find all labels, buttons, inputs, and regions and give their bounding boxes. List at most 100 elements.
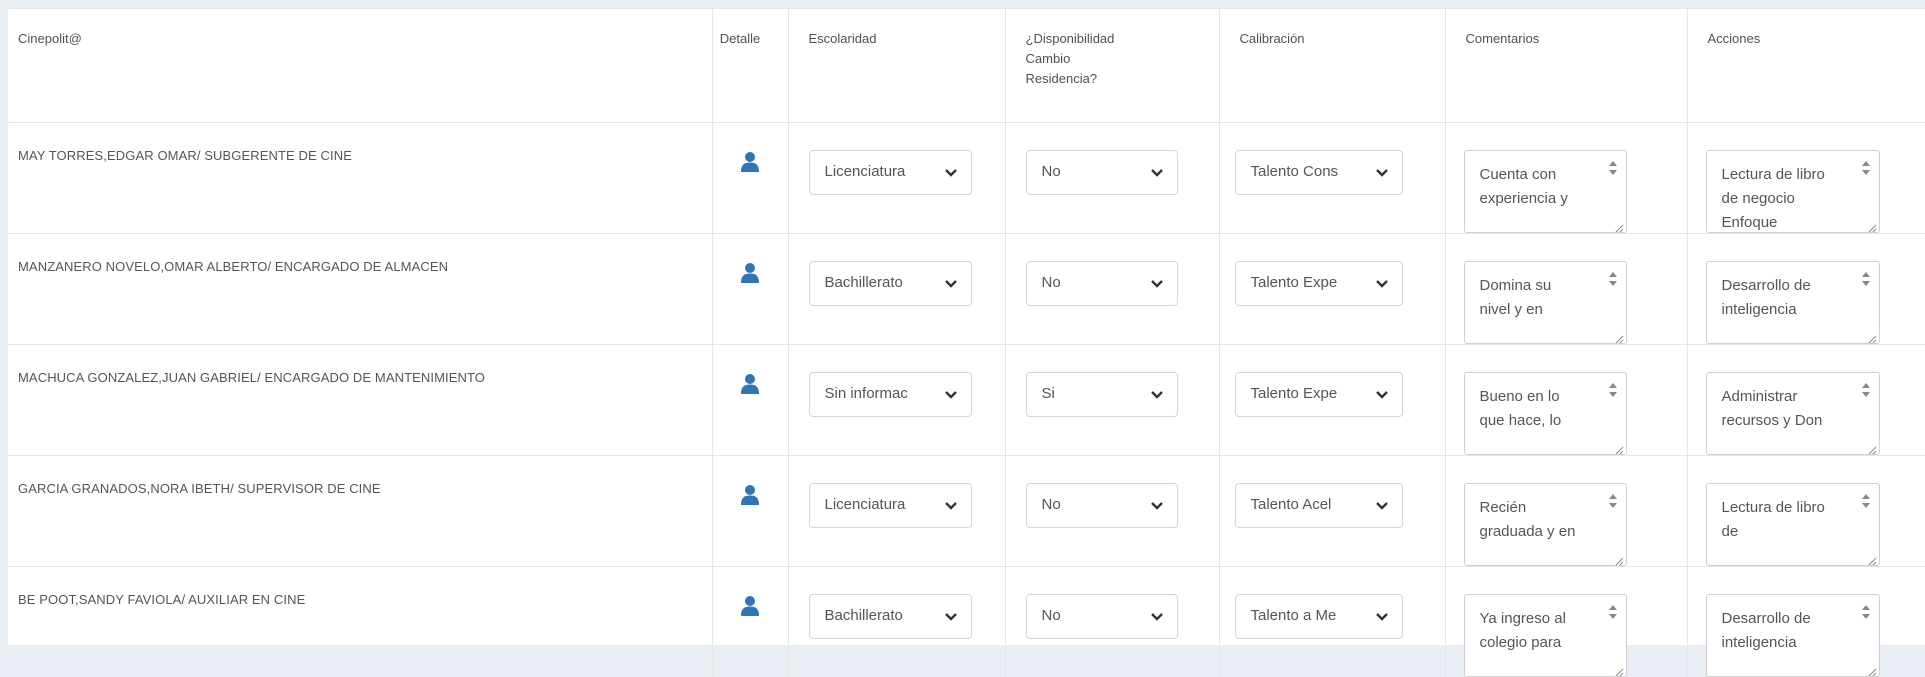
chevron-down-icon [1149,165,1165,181]
chevron-down-icon [943,276,959,292]
comentarios-textarea[interactable]: Bueno en lo que hace, lo [1464,372,1627,455]
table-row: MANZANERO NOVELO,OMAR ALBERTO/ ENCARGADO… [8,234,1925,345]
table-row: MAY TORRES,EDGAR OMAR/ SUBGERENTE DE CIN… [8,123,1925,234]
table-header-row: Cinepolit@ Detalle Escolaridad ¿Disponib… [8,9,1925,123]
header-disponibilidad: ¿Disponibilidad Cambio Residencia? [1005,9,1219,123]
spinner-arrows-icon[interactable] [1606,268,1620,302]
disponibilidad-value: No [1042,496,1061,513]
spinner-arrows-icon[interactable] [1859,268,1873,302]
resize-grip-icon[interactable] [1612,329,1624,341]
table-row: BE POOT,SANDY FAVIOLA/ AUXILIAR EN CINE … [8,567,1925,677]
calibracion-select[interactable]: Talento Acel [1235,483,1403,528]
comentarios-textarea[interactable]: Ya ingreso al colegio para [1464,594,1627,677]
table-row: GARCIA GRANADOS,NORA IBETH/ SUPERVISOR D… [8,456,1925,567]
spinner-arrows-icon[interactable] [1606,157,1620,191]
chevron-down-icon [1149,387,1165,403]
chevron-down-icon [1374,498,1390,514]
employee-name: BE POOT,SANDY FAVIOLA/ AUXILIAR EN CINE [8,567,712,677]
page-background: Cinepolit@ Detalle Escolaridad ¿Disponib… [0,0,1925,645]
header-disponibilidad-line2: Cambio [1026,49,1199,69]
chevron-down-icon [943,498,959,514]
comentarios-text: Domina su nivel y en [1480,277,1552,318]
escolaridad-select[interactable]: Sin informac [809,372,972,417]
calibracion-select[interactable]: Talento Expe [1235,372,1403,417]
person-icon[interactable] [740,373,760,395]
chevron-down-icon [1149,276,1165,292]
resize-grip-icon[interactable] [1612,440,1624,452]
escolaridad-select[interactable]: Bachillerato [809,261,972,306]
calibracion-select[interactable]: Talento a Me [1235,594,1403,639]
calibracion-value: Talento Expe [1251,274,1338,291]
employee-name: MANZANERO NOVELO,OMAR ALBERTO/ ENCARGADO… [8,234,712,345]
resize-grip-icon[interactable] [1865,329,1877,341]
chevron-down-icon [1374,276,1390,292]
person-icon[interactable] [740,484,760,506]
escolaridad-select[interactable]: Licenciatura [809,483,972,528]
chevron-down-icon [1149,498,1165,514]
escolaridad-value: Bachillerato [825,274,903,291]
person-icon[interactable] [740,595,760,617]
chevron-down-icon [943,609,959,625]
disponibilidad-select[interactable]: No [1026,594,1178,639]
acciones-text: Administrar recursos y Don [1722,388,1823,429]
chevron-down-icon [943,387,959,403]
spinner-arrows-icon[interactable] [1859,379,1873,413]
spinner-arrows-icon[interactable] [1606,490,1620,524]
resize-grip-icon[interactable] [1865,662,1877,674]
disponibilidad-value: No [1042,607,1061,624]
acciones-textarea[interactable]: Desarrollo de inteligencia [1706,594,1880,677]
disponibilidad-value: No [1042,274,1061,291]
acciones-text: Desarrollo de inteligencia [1722,277,1811,318]
employee-name: MACHUCA GONZALEZ,JUAN GABRIEL/ ENCARGADO… [8,345,712,456]
calibracion-select[interactable]: Talento Expe [1235,261,1403,306]
person-icon[interactable] [740,262,760,284]
spinner-arrows-icon[interactable] [1859,157,1873,191]
employee-name: MAY TORRES,EDGAR OMAR/ SUBGERENTE DE CIN… [8,123,712,234]
header-escolaridad: Escolaridad [788,9,1005,123]
resize-grip-icon[interactable] [1865,551,1877,563]
disponibilidad-select[interactable]: No [1026,261,1178,306]
resize-grip-icon[interactable] [1865,218,1877,230]
spinner-arrows-icon[interactable] [1606,601,1620,635]
chevron-down-icon [1149,609,1165,625]
escolaridad-select[interactable]: Licenciatura [809,150,972,195]
calibracion-select[interactable]: Talento Cons [1235,150,1403,195]
header-comentarios: Comentarios [1445,9,1687,123]
calibracion-value: Talento a Me [1251,607,1337,624]
disponibilidad-value: No [1042,163,1061,180]
spinner-arrows-icon[interactable] [1606,379,1620,413]
acciones-textarea[interactable]: Lectura de libro de [1706,483,1880,566]
comentarios-textarea[interactable]: Recién graduada y en [1464,483,1627,566]
escolaridad-value: Bachillerato [825,607,903,624]
header-disponibilidad-line3: Residencia? [1026,69,1199,89]
disponibilidad-value: Si [1042,385,1055,402]
escolaridad-value: Sin informac [825,385,908,402]
disponibilidad-select[interactable]: Si [1026,372,1178,417]
calibracion-value: Talento Expe [1251,385,1338,402]
comentarios-textarea[interactable]: Cuenta con experiencia y [1464,150,1627,233]
header-disponibilidad-line1: ¿Disponibilidad [1026,29,1199,49]
resize-grip-icon[interactable] [1612,551,1624,563]
spinner-arrows-icon[interactable] [1859,490,1873,524]
resize-grip-icon[interactable] [1612,218,1624,230]
resize-grip-icon[interactable] [1865,440,1877,452]
chevron-down-icon [1374,387,1390,403]
comentarios-text: Recién graduada y en [1480,499,1576,540]
acciones-textarea[interactable]: Desarrollo de inteligencia [1706,261,1880,344]
comentarios-textarea[interactable]: Domina su nivel y en [1464,261,1627,344]
escolaridad-value: Licenciatura [825,163,906,180]
escolaridad-select[interactable]: Bachillerato [809,594,972,639]
resize-grip-icon[interactable] [1612,662,1624,674]
header-detalle: Detalle [712,9,788,123]
disponibilidad-select[interactable]: No [1026,483,1178,528]
escolaridad-value: Licenciatura [825,496,906,513]
disponibilidad-select[interactable]: No [1026,150,1178,195]
calibration-table: Cinepolit@ Detalle Escolaridad ¿Disponib… [8,8,1925,677]
header-acciones: Acciones [1687,9,1925,123]
header-calibracion: Calibración [1219,9,1445,123]
acciones-textarea[interactable]: Administrar recursos y Don [1706,372,1880,455]
acciones-textarea[interactable]: Lectura de libro de negocio Enfoque [1706,150,1880,233]
person-icon[interactable] [740,151,760,173]
calibracion-value: Talento Acel [1251,496,1332,513]
spinner-arrows-icon[interactable] [1859,601,1873,635]
